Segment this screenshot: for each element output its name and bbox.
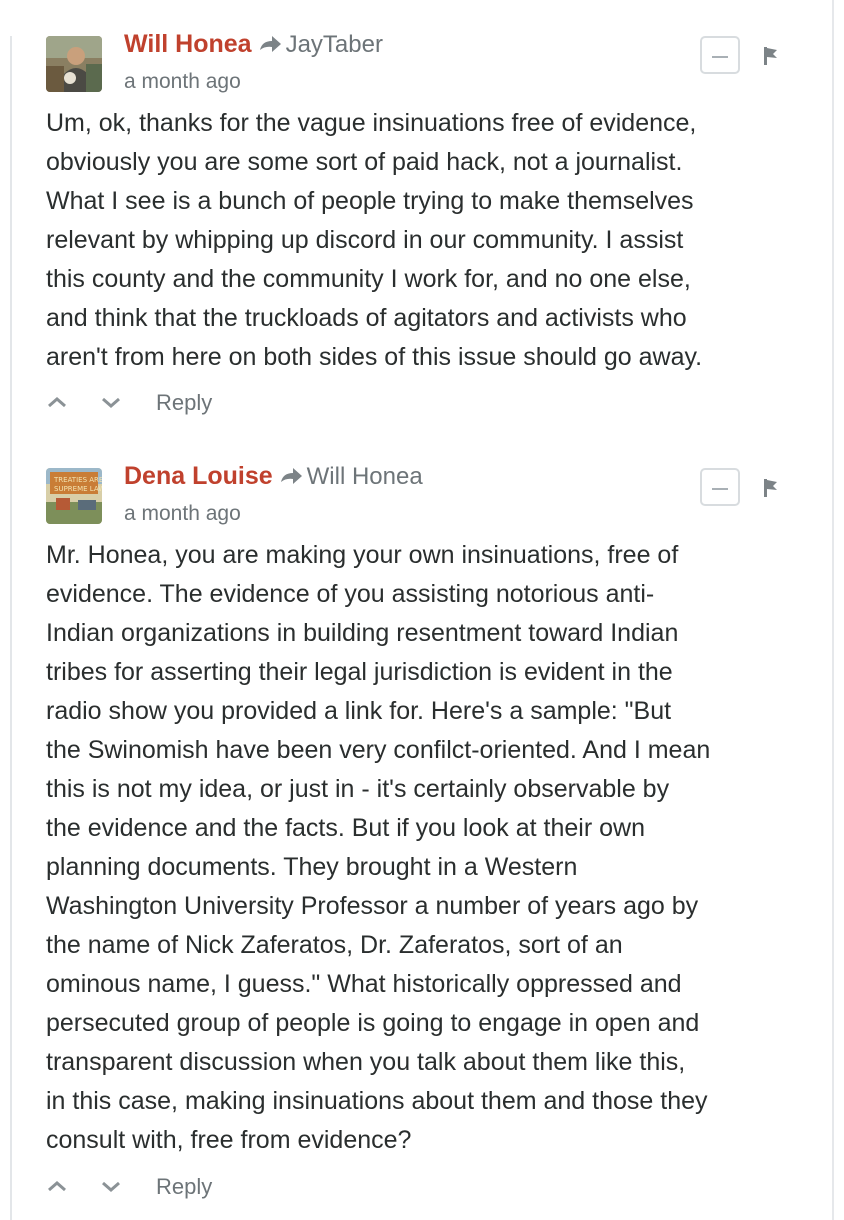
comment: Will Honea JayTaber a month ago Um, ok, t… [46, 30, 816, 426]
body-line: radio show you provided a link for. Here… [46, 697, 672, 725]
body-line: ominous name, I guess." What historicall… [46, 970, 682, 998]
body-line: this is not my idea, or just in - it's c… [46, 775, 670, 803]
author-name[interactable]: Will Honea [124, 30, 252, 58]
svg-text:SUPREME LAW: SUPREME LAW [54, 485, 102, 493]
downvote-button[interactable] [100, 394, 122, 415]
body-line: tribes for asserting their legal jurisdi… [46, 658, 673, 686]
body-line: Indian organizations in building resentm… [46, 619, 679, 647]
body-line: in this case, making insinuations about … [46, 1087, 708, 1115]
user-avatar[interactable] [46, 36, 102, 92]
body-line: this county and the community I work for… [46, 265, 691, 293]
body-line: consult with, free from evidence? [46, 1126, 412, 1154]
body-line: Mr. Honea, you are making your own insin… [46, 541, 679, 569]
author-name[interactable]: Dena Louise [124, 462, 273, 490]
comment-thread: Will Honea JayTaber a month ago Um, ok, t… [0, 0, 844, 1220]
reply-button[interactable]: Reply [156, 390, 212, 416]
chevron-down-icon [102, 1181, 120, 1192]
in-reply-to-name[interactable]: JayTaber [286, 31, 383, 58]
comment-header: Dena Louise Will Honea [124, 462, 423, 491]
comment-body: Um, ok, thanks for the vague insinuation… [46, 104, 702, 377]
downvote-button[interactable] [100, 1178, 122, 1199]
upvote-button[interactable] [46, 394, 68, 415]
body-line: Um, ok, thanks for the vague insinuation… [46, 109, 697, 137]
chevron-up-icon [48, 397, 66, 408]
upvote-button[interactable] [46, 1178, 68, 1199]
chevron-down-icon [102, 397, 120, 408]
comment-header: Will Honea JayTaber [124, 30, 383, 59]
body-line: Washington University Professor a number… [46, 892, 699, 920]
collapse-button[interactable] [700, 468, 740, 506]
body-line: the name of Nick Zaferatos, Dr. Zaferato… [46, 931, 623, 959]
reply-arrow-icon [258, 34, 282, 59]
body-line: obviously you are some sort of paid hack… [46, 148, 683, 176]
comment: TREATIES ARE SUPREME LAW Dena Louise Will… [46, 462, 816, 1220]
body-line: and think that the truckloads of agitato… [46, 304, 687, 332]
body-line: the evidence and the facts. But if you l… [46, 814, 645, 842]
comment-footer: Reply [46, 390, 346, 420]
timestamp[interactable]: a month ago [124, 502, 241, 526]
body-line: relevant by whipping up discord in our c… [46, 226, 684, 254]
svg-text:TREATIES ARE: TREATIES ARE [53, 476, 102, 484]
body-line: transparent discussion when you talk abo… [46, 1048, 686, 1076]
user-avatar[interactable]: TREATIES ARE SUPREME LAW [46, 468, 102, 524]
body-line: persecuted group of people is going to e… [46, 1009, 700, 1037]
body-line: What I see is a bunch of people trying t… [46, 187, 694, 215]
collapse-button[interactable] [700, 36, 740, 74]
comment-footer: Reply [46, 1174, 346, 1204]
body-line: aren't from here on both sides of this i… [46, 343, 703, 371]
body-line: planning documents. They brought in a We… [46, 853, 578, 881]
chevron-up-icon [48, 1181, 66, 1192]
page-right-border [832, 0, 834, 1220]
flag-icon[interactable] [762, 478, 780, 503]
timestamp[interactable]: a month ago [124, 70, 241, 94]
comment-body: Mr. Honea, you are making your own insin… [46, 536, 710, 1160]
flag-icon[interactable] [762, 46, 780, 71]
body-line: evidence. The evidence of you assisting … [46, 580, 655, 608]
reply-button[interactable]: Reply [156, 1174, 212, 1200]
thread-indent-rule [10, 36, 12, 1220]
reply-arrow-icon [279, 466, 303, 491]
in-reply-to-name[interactable]: Will Honea [307, 463, 423, 490]
body-line: the Swinomish have been very confilct-or… [46, 736, 711, 764]
